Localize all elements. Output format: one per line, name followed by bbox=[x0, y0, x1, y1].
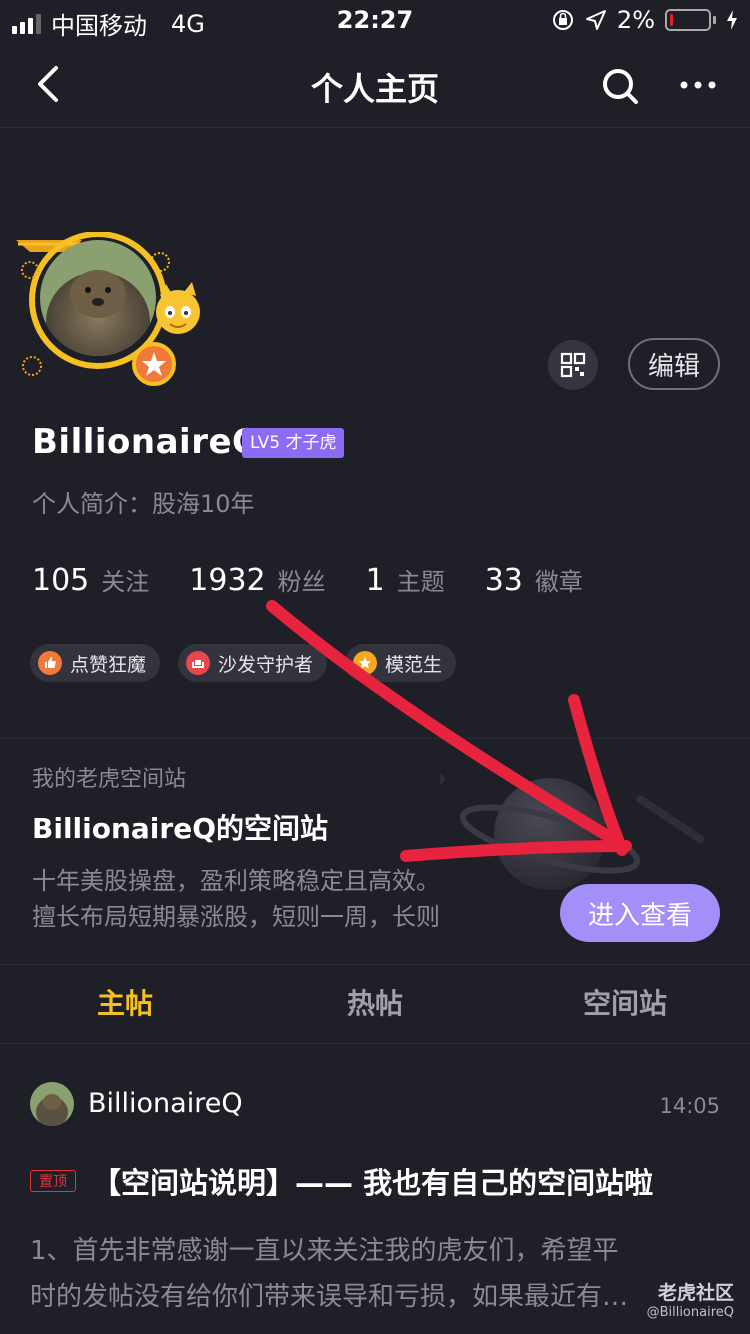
tag-like-maniac[interactable]: 点赞狂魔 bbox=[30, 644, 161, 682]
level-badge[interactable]: LV5 才子虎 bbox=[242, 428, 345, 458]
stat-following[interactable]: 105 关注 bbox=[32, 562, 149, 598]
badge-tags: 点赞狂魔 沙发守护者 模范生 bbox=[30, 644, 457, 682]
watermark-logo: 老虎社区 bbox=[657, 1282, 734, 1304]
tag-label: 模范生 bbox=[385, 653, 443, 676]
post-body-line: 1、首先非常感谢一直以来关注我的虎友们，希望平 bbox=[30, 1236, 619, 1266]
thumb-up-badge-icon bbox=[38, 651, 62, 675]
space-station-subtitle: 我的老虎空间站 bbox=[32, 767, 187, 792]
stat-badges[interactable]: 33 徽章 bbox=[485, 562, 583, 598]
content-tabs: 主帖 热帖 空间站 bbox=[0, 965, 750, 1043]
post-header: BillionaireQ 14:05 bbox=[30, 1082, 720, 1132]
bio: 个人简介：股海10年 bbox=[32, 490, 255, 518]
description-line: 十年美股操盘，盈利策略稳定且高效。 bbox=[32, 867, 440, 895]
qr-code-icon bbox=[560, 352, 586, 378]
star-badge-icon bbox=[353, 651, 378, 675]
stat-topics[interactable]: 1 主题 bbox=[366, 562, 445, 598]
tab-hot-posts[interactable]: 热帖 bbox=[250, 965, 500, 1043]
sofa-badge-icon bbox=[186, 651, 211, 675]
stat-label: 粉丝 bbox=[277, 568, 326, 596]
post-body-line: 时的发帖没有给你们带来误导和亏损，如果最近有… bbox=[30, 1282, 629, 1312]
post-time: 14:05 bbox=[659, 1094, 720, 1118]
watermark: 老虎社区 @BillionaireQ bbox=[647, 1278, 734, 1320]
location-icon bbox=[585, 10, 606, 30]
edit-profile-button[interactable]: 编辑 bbox=[628, 338, 720, 390]
tab-main-posts[interactable]: 主帖 bbox=[0, 965, 250, 1043]
battery-icon bbox=[665, 9, 711, 31]
post-author-name[interactable]: BillionaireQ bbox=[88, 1088, 243, 1119]
status-right: 2% bbox=[551, 6, 738, 34]
battery-percent: 2% bbox=[616, 6, 655, 34]
stat-number: 1 bbox=[365, 563, 385, 598]
tab-space-station[interactable]: 空间站 bbox=[500, 965, 750, 1043]
stat-number: 1932 bbox=[189, 563, 266, 598]
description-line: 擅长布局短期暴涨股，短则一周，长则 bbox=[32, 903, 440, 931]
space-station-description: 十年美股操盘，盈利策略稳定且高效。 擅长布局短期暴涨股，短则一周，长则 bbox=[32, 863, 512, 935]
nav-bar: 个人主页 bbox=[0, 40, 750, 128]
space-station-title: BillionaireQ的空间站 bbox=[32, 812, 328, 845]
space-station-card[interactable]: 我的老虎空间站 BillionaireQ的空间站 十年美股操盘，盈利策略稳定且高… bbox=[0, 739, 750, 964]
avatar[interactable] bbox=[10, 232, 210, 392]
qr-code-button[interactable] bbox=[548, 340, 598, 390]
pinned-badge: 置顶 bbox=[30, 1170, 76, 1192]
more-icon[interactable] bbox=[678, 70, 718, 100]
tag-label: 点赞狂魔 bbox=[70, 653, 147, 676]
enter-space-button[interactable]: 进入查看 bbox=[560, 884, 720, 942]
charging-icon bbox=[727, 10, 737, 30]
status-bar: 中国移动 4G 22:27 2% bbox=[0, 0, 750, 40]
stat-label: 关注 bbox=[101, 568, 150, 596]
stat-label: 徽章 bbox=[534, 568, 583, 596]
tag-label: 沙发守护者 bbox=[218, 653, 314, 676]
post-author-avatar[interactable] bbox=[30, 1082, 74, 1126]
profile-stats: 105 关注 1932 粉丝 1 主题 33 徽章 bbox=[32, 562, 623, 598]
username: BillionaireQ bbox=[32, 422, 262, 462]
orientation-lock-icon bbox=[552, 10, 573, 30]
watermark-user: @BillionaireQ bbox=[646, 1305, 734, 1320]
stat-number: 105 bbox=[32, 563, 90, 598]
battery-cap bbox=[713, 16, 716, 24]
stat-label: 主题 bbox=[396, 568, 445, 596]
stat-followers[interactable]: 1932 粉丝 bbox=[189, 562, 325, 598]
divider bbox=[0, 1043, 750, 1044]
stat-number: 33 bbox=[484, 563, 523, 598]
tag-model-student[interactable]: 模范生 bbox=[345, 644, 457, 682]
tag-sofa-guardian[interactable]: 沙发守护者 bbox=[178, 644, 328, 682]
search-icon[interactable] bbox=[600, 66, 640, 106]
post-body[interactable]: 1、首先非常感谢一直以来关注我的虎友们，希望平 时的发帖没有给你们带来误导和亏损… bbox=[30, 1228, 710, 1320]
post-title[interactable]: 【空间站说明】—— 我也有自己的空间站啦 bbox=[92, 1160, 732, 1202]
